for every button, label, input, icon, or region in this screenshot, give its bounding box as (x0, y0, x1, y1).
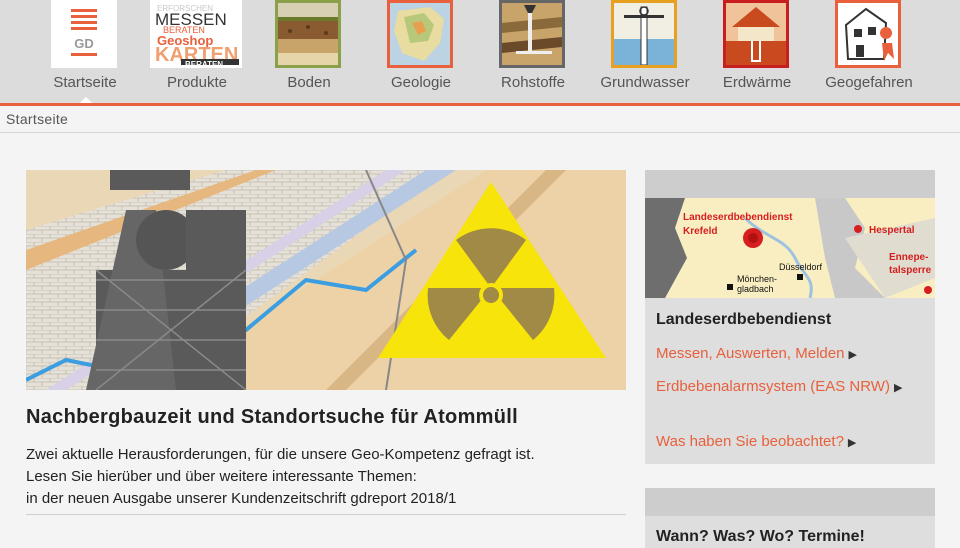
geology-map-icon (387, 0, 453, 68)
article-line: in der neuen Ausgabe unserer Kundenzeits… (26, 490, 457, 507)
box-header (645, 170, 935, 198)
nav-label-rohstoffe: Rohstoffe (501, 74, 565, 91)
hero-image[interactable] (26, 170, 626, 390)
earthquake-map[interactable]: Landeserdbebendienst Krefeld Hespertal D… (645, 198, 935, 298)
nav-item-startseite[interactable]: GD Startseite (37, 0, 133, 104)
box-title[interactable]: Landeserdbebendienst (656, 311, 831, 329)
gd-logo-icon: GD (51, 0, 117, 68)
chevron-right-icon: ▶ (848, 349, 857, 361)
nav-item-erdwaerme[interactable]: Erdwärme (709, 0, 805, 100)
nav-item-boden[interactable]: Boden (261, 0, 357, 100)
geoshop-icon: ERFORSCHEN MESSEN BERATEN Geoshop KARTEN… (150, 0, 242, 68)
article-text: Zwei aktuelle Herausforderungen, für die… (26, 444, 626, 510)
nav-item-geogefahren[interactable]: Geogefahren (821, 0, 917, 100)
nav-item-geologie[interactable]: Geologie (373, 0, 469, 100)
map-label-moenchen: Mönchen- (737, 274, 777, 284)
map-label-duesseldorf: Düsseldorf (779, 262, 823, 272)
nav-label-geologie: Geologie (390, 74, 452, 91)
article-line: Zwei aktuelle Herausforderungen, für die… (26, 446, 535, 463)
article-divider (26, 514, 626, 515)
box-header (645, 488, 935, 516)
nav-label-geogefahren: Geogefahren (825, 74, 913, 91)
map-label-talsperre: talsperre (889, 265, 932, 276)
link-eas[interactable]: Erdbebenalarmsystem (EAS NRW) ▶ (656, 377, 926, 398)
map-label-krefeld: Krefeld (683, 226, 717, 237)
svg-text:BERATEN: BERATEN (185, 60, 223, 68)
events-title[interactable]: Wann? Was? Wo? Termine! (656, 528, 865, 546)
article-title[interactable]: Nachbergbauzeit und Standortsuche für At… (26, 406, 518, 429)
map-label-hespertal: Hespertal (869, 225, 915, 236)
map-label-gladbach: gladbach (737, 284, 774, 294)
mining-icon (499, 0, 565, 68)
breadcrumb-bar: Startseite (0, 106, 960, 133)
collapsing-house-icon (835, 0, 901, 68)
geothermal-house-icon (723, 0, 789, 68)
earthquake-service-box: Landeserdbebendienst Krefeld Hespertal D… (645, 170, 935, 464)
map-label-service: Landeserdbebendienst (683, 212, 793, 223)
nav-item-produkte[interactable]: ERFORSCHEN MESSEN BERATEN Geoshop KARTEN… (149, 0, 245, 100)
soil-profile-icon (275, 0, 341, 68)
nav-item-grundwasser[interactable]: Grundwasser (597, 0, 693, 100)
chevron-right-icon: ▶ (847, 437, 857, 449)
nav-item-rohstoffe[interactable]: Rohstoffe (485, 0, 581, 100)
gd-logo-text: GD (74, 36, 94, 51)
well-icon (611, 0, 677, 68)
breadcrumb[interactable]: Startseite (6, 111, 68, 127)
link-beobachtet[interactable]: Was haben Sie beobachtet? ▶ (656, 432, 926, 453)
link-messen[interactable]: Messen, Auswerten, Melden ▶ (656, 344, 926, 365)
chevron-right-icon: ▶ (893, 382, 903, 394)
map-label-ennepe: Ennepe- (889, 252, 928, 263)
hero-illustration (26, 170, 626, 390)
events-box: Wann? Was? Wo? Termine! (645, 488, 935, 548)
nav-label-erdwaerme: Erdwärme (722, 74, 792, 91)
article-line: Lesen Sie hierüber und über weitere inte… (26, 468, 417, 485)
nav-label-startseite: Startseite (53, 74, 117, 91)
nav-label-grundwasser: Grundwasser (600, 74, 690, 91)
main-navigation: GD Startseite ERFORSCHEN MESSEN BERATEN … (0, 0, 960, 104)
nav-label-boden: Boden (287, 74, 331, 91)
nav-label-produkte: Produkte (166, 74, 228, 91)
